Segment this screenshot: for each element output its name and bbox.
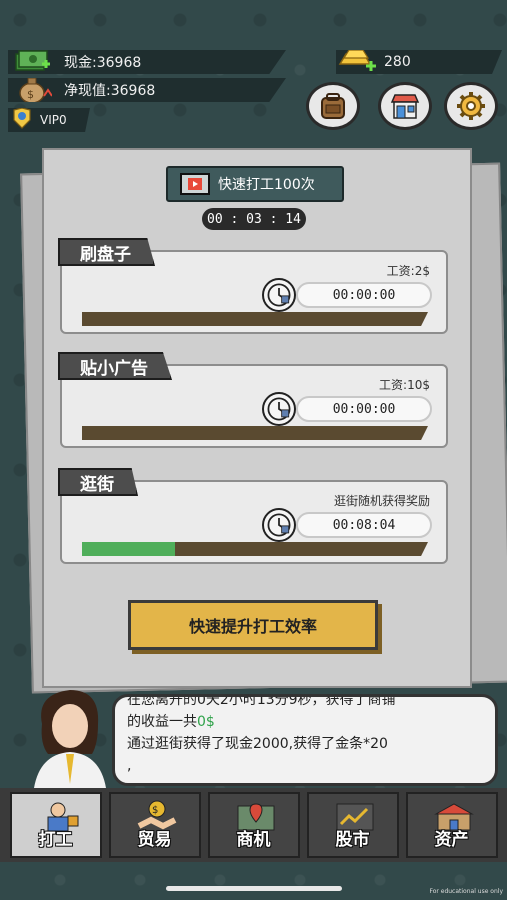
- shop-icon: [390, 94, 420, 119]
- job-name: 贴小广告: [58, 352, 172, 380]
- nav-work[interactable]: 打工: [9, 792, 102, 858]
- job-wage: 逛街随机获得奖励: [333, 494, 430, 508]
- job-progress-bar: [82, 542, 428, 556]
- advisor-avatar: [34, 690, 106, 788]
- cash-value: 现金:36968: [64, 55, 142, 71]
- job-name: 逛街: [58, 468, 138, 496]
- job-time: 00:08:04: [296, 512, 432, 538]
- educational-note: For educational use only: [429, 888, 503, 895]
- cash-icon: [15, 50, 50, 71]
- nav-label: 股市: [335, 830, 370, 850]
- svg-text:$: $: [152, 805, 158, 816]
- boost-efficiency-button[interactable]: 快速提升打工效率: [128, 600, 378, 650]
- clock-icon: [262, 508, 296, 542]
- vip-badge-icon: [13, 108, 31, 129]
- net-worth-display: $ 净现值:36968: [8, 78, 286, 102]
- money-bag-icon: $: [19, 78, 52, 102]
- backpack-icon: [321, 93, 345, 119]
- gold-display: 280: [336, 50, 502, 74]
- gear-icon: [457, 92, 485, 120]
- dialog-line: 的收益一共0$: [127, 711, 485, 733]
- nav-trade[interactable]: $ 贸易: [108, 792, 201, 858]
- job-wage: 工资:2$: [386, 264, 430, 278]
- job-progress-bar: [82, 426, 428, 440]
- home-indicator[interactable]: [166, 886, 342, 891]
- net-worth-value: 净现值:36968: [64, 83, 156, 99]
- nav-label: 商机: [236, 830, 271, 850]
- job-card-shopping[interactable]: 逛街 逛街随机获得奖励 00:08:04: [58, 468, 448, 564]
- svg-text:$: $: [27, 88, 34, 101]
- dialog-line: 在您离开的0天2小时13分9秒，获得了商铺: [127, 694, 396, 708]
- quick-work-label: 快速打工100次: [218, 177, 315, 193]
- settings-button[interactable]: [444, 82, 498, 130]
- vip-display[interactable]: VIP0: [8, 108, 90, 132]
- vip-level: VIP0: [40, 113, 67, 127]
- dialog-text: 的收益一共: [127, 714, 197, 730]
- dialog-line: ,: [127, 758, 132, 774]
- gold-value: 280: [384, 54, 411, 70]
- video-ad-icon: [180, 173, 210, 195]
- nav-label: 资产: [434, 830, 469, 850]
- backpack-button[interactable]: [306, 82, 360, 130]
- shop-button[interactable]: [378, 82, 432, 130]
- clock-icon: [262, 278, 296, 312]
- offline-earnings-dialog: 在您离开的0天2小时13分9秒，获得了商铺 的收益一共0$ 通过逛街获得了现金2…: [112, 694, 498, 786]
- clock-icon: [262, 392, 296, 426]
- job-time: 00:00:00: [296, 282, 432, 308]
- nav-assets[interactable]: 资产: [405, 792, 498, 858]
- job-time: 00:00:00: [296, 396, 432, 422]
- work-timer: 00 : 03 : 14: [202, 208, 306, 230]
- nav-opportunity[interactable]: 商机: [207, 792, 300, 858]
- job-wage: 工资:10$: [379, 378, 430, 392]
- nav-label: 贸易: [137, 830, 172, 850]
- job-card-flyers[interactable]: 贴小广告 工资:10$ 00:00:00: [58, 352, 448, 448]
- job-card-dishwashing[interactable]: 刷盘子 工资:2$ 00:00:00: [58, 238, 448, 334]
- bottom-nav: 打工 $ 贸易 商机 股市 资产: [0, 788, 507, 862]
- nav-stock-market[interactable]: 股市: [306, 792, 399, 858]
- earnings-amount: 0$: [197, 714, 215, 730]
- cash-display: 现金:36968: [8, 50, 286, 74]
- nav-label: 打工: [38, 830, 73, 850]
- job-progress-bar: [82, 312, 428, 326]
- job-name: 刷盘子: [58, 238, 155, 266]
- dialog-line: 通过逛街获得了现金2000,获得了金条*20: [127, 736, 388, 752]
- quick-work-100-button[interactable]: 快速打工100次: [166, 166, 344, 202]
